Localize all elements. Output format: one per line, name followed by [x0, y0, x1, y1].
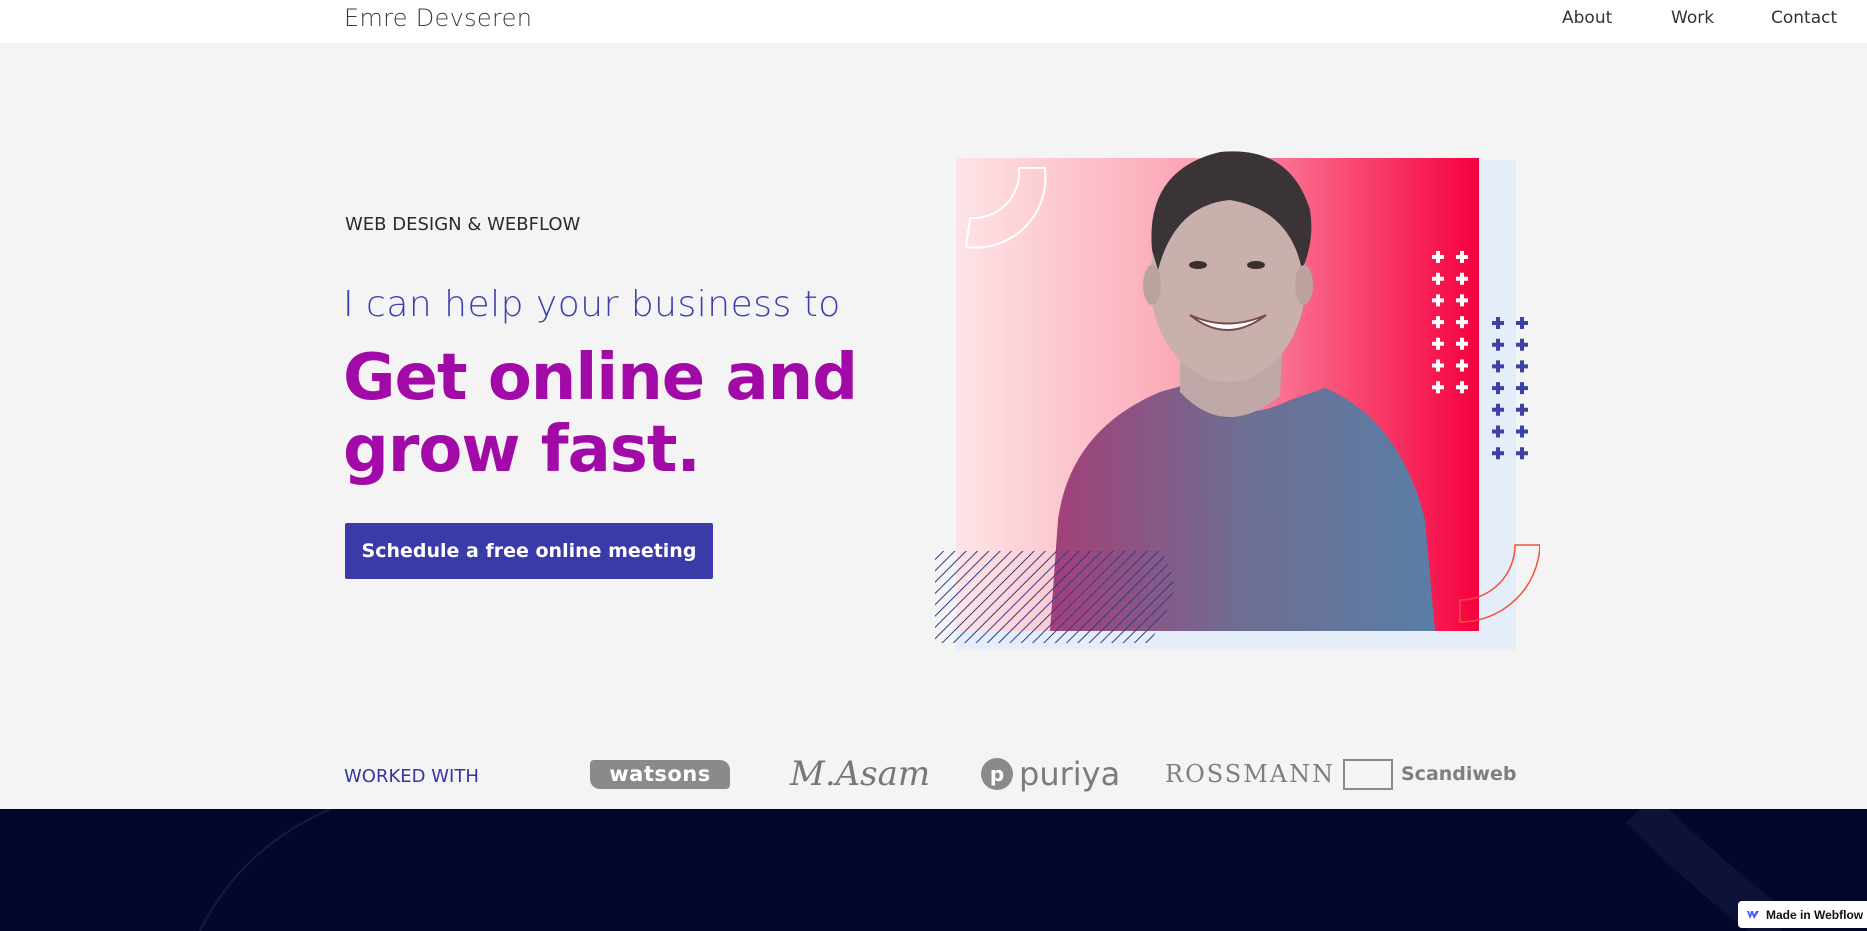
- client-logo-masam: M.Asam: [790, 754, 931, 794]
- hero-headline-line-1: Get online and: [343, 341, 858, 415]
- hero-headline-line-2: grow fast.: [343, 413, 701, 487]
- hero-eyebrow: WEB DESIGN & WEBFLOW: [345, 214, 581, 235]
- plus-icon-blue: [1516, 403, 1528, 416]
- client-logo-scandiweb: Scandiweb: [1343, 752, 1516, 796]
- client-logo-watsons: watsons: [590, 752, 730, 796]
- plus-icon-blue: [1516, 382, 1528, 395]
- made-in-webflow-badge[interactable]: Made in Webflow: [1738, 901, 1867, 928]
- plus-icon-blue: [1516, 447, 1528, 460]
- client-logo-rossmann: ROSSMANN: [1165, 760, 1336, 788]
- plus-icon-blue: [1516, 317, 1528, 329]
- nav-link-contact[interactable]: Contact: [1771, 8, 1837, 28]
- webflow-logo-icon: [1747, 910, 1759, 919]
- hatch-pattern-icon: [935, 551, 1174, 643]
- hero-illustration: [930, 100, 1541, 660]
- brand-logo-link[interactable]: Emre Devseren: [344, 4, 532, 32]
- dark-section: [0, 809, 1867, 931]
- plus-icon-blue: [1516, 360, 1528, 373]
- plus-icon-blue: [1516, 338, 1528, 351]
- nav-link-about[interactable]: About: [1562, 8, 1612, 28]
- hero-headline: Get online and grow fast.: [343, 342, 863, 486]
- client-logo-puriya: p puriya: [981, 752, 1120, 796]
- hero-lead-text: I can help your business to: [343, 284, 841, 325]
- scandiweb-mark-icon: [1343, 758, 1393, 790]
- puriya-mark-icon: p: [981, 758, 1013, 790]
- nav-link-work[interactable]: Work: [1671, 8, 1714, 28]
- plus-icon-blue: [1516, 425, 1528, 438]
- worked-with-label: WORKED WITH: [344, 766, 479, 787]
- schedule-meeting-button[interactable]: Schedule a free online meeting: [345, 523, 713, 579]
- dark-section-decoration: [199, 809, 1793, 931]
- hero-illustration-svg: [935, 151, 1541, 650]
- top-navigation-bar: Emre Devseren About Work Contact: [0, 0, 1867, 43]
